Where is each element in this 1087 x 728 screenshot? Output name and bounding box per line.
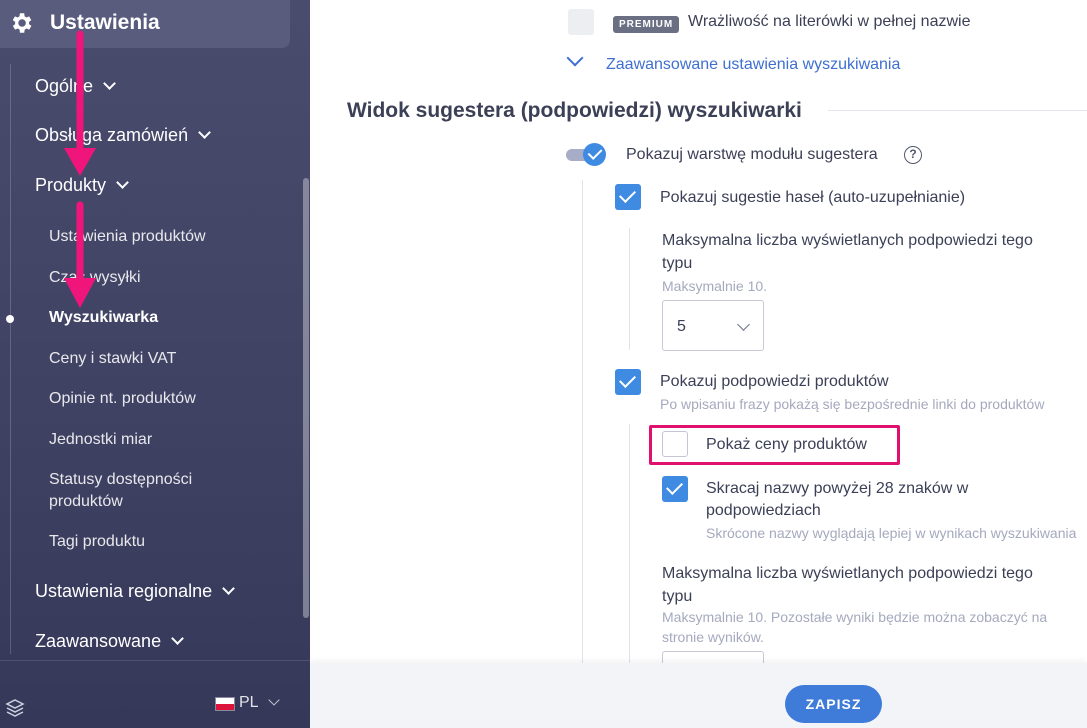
chevron-down-icon[interactable]	[566, 49, 584, 67]
max-products-hint-cont: stronie wyników.	[662, 629, 764, 645]
show-products-hint: Po wpisaniu frazy pokażą się bezpośredni…	[660, 396, 1045, 412]
tree-line	[10, 64, 11, 654]
typo-sensitivity-label: Wrażliwość na literówki w pełnej nazwie	[688, 13, 971, 30]
main-content: PREMIUM Wrażliwość na literówki w pełnej…	[310, 0, 1087, 728]
shorten-names-label: Skracaj nazwy powyżej 28 znaków w	[706, 480, 969, 497]
gear-icon	[12, 13, 32, 33]
chevron-down-icon	[171, 632, 184, 645]
sidebar-item-advanced[interactable]: Zaawansowane	[35, 631, 184, 652]
suggester-toggle[interactable]	[566, 143, 606, 167]
max-suggestions-label-cont: typu	[662, 255, 693, 272]
tree-line	[582, 180, 583, 663]
shorten-names-checkbox[interactable]	[662, 476, 688, 502]
sidebar: Ustawienia Ogólne Obsługa zamówień Produ…	[0, 0, 310, 728]
language-selector[interactable]: PL	[239, 694, 259, 712]
max-suggestions-select[interactable]: 5	[662, 300, 764, 351]
show-prices-checkbox[interactable]	[662, 431, 688, 457]
help-icon[interactable]: ?	[904, 146, 922, 164]
sidebar-item-label: Ustawienia regionalne	[35, 581, 213, 601]
suggester-toggle-label: Pokazuj warstwę modułu sugestera	[626, 146, 878, 163]
sidebar-subitem-shipping-time[interactable]: Czas wysyłki	[49, 267, 141, 289]
max-products-label: Maksymalna liczba wyświetlanych podpowie…	[662, 565, 1033, 582]
chevron-down-icon	[116, 176, 129, 189]
max-suggestions-hint: Maksymalnie 10.	[662, 278, 768, 294]
advanced-search-settings-link[interactable]: Zaawansowane ustawienia wyszukiwania	[606, 56, 900, 74]
shorten-names-label-cont: podpowiedziach	[706, 502, 821, 519]
premium-badge: PREMIUM	[613, 16, 680, 33]
sidebar-title: Ustawienia	[50, 11, 160, 34]
tree-line	[629, 424, 630, 663]
sidebar-footer: PL	[0, 660, 310, 728]
bottom-action-bar: ZAPISZ	[310, 663, 1087, 728]
show-products-label: Pokazuj podpowiedzi produktów	[660, 373, 889, 390]
typo-sensitivity-checkbox[interactable]	[568, 9, 594, 35]
sidebar-subitem-tags[interactable]: Tagi produktu	[49, 531, 145, 553]
sidebar-subitem-units[interactable]: Jednostki miar	[49, 429, 152, 451]
sidebar-subitem-search[interactable]: Wyszukiwarka	[49, 307, 158, 329]
sidebar-item-label: Ogólne	[35, 76, 94, 96]
sidebar-item-label: Zaawansowane	[35, 631, 162, 651]
chevron-down-icon	[737, 318, 750, 331]
show-prices-label: Pokaż ceny produktów	[706, 436, 867, 453]
sidebar-subitem-product-settings[interactable]: Ustawienia produktów	[49, 226, 206, 248]
sidebar-item-general[interactable]: Ogólne	[35, 76, 116, 97]
sidebar-header[interactable]: Ustawienia	[0, 0, 290, 48]
save-button[interactable]: ZAPISZ	[785, 685, 882, 723]
show-products-checkbox[interactable]	[615, 369, 641, 395]
chevron-down-icon	[198, 126, 211, 139]
sidebar-item-label: Produkty	[35, 175, 107, 195]
shorten-names-hint: Skrócone nazwy wyglądają lepiej w wynika…	[706, 525, 1077, 541]
select-value: 5	[677, 318, 686, 335]
layers-icon[interactable]	[5, 698, 25, 718]
sidebar-scrollbar[interactable]	[303, 178, 309, 618]
sidebar-item-label: Obsługa zamówień	[35, 125, 189, 145]
sidebar-subitem-availability[interactable]: Statusy dostępności produktów	[49, 469, 239, 513]
max-suggestions-label: Maksymalna liczba wyświetlanych podpowie…	[662, 232, 1033, 249]
sidebar-item-products[interactable]: Produkty	[35, 175, 129, 196]
active-indicator	[6, 315, 14, 323]
sidebar-item-orders[interactable]: Obsługa zamówień	[35, 125, 211, 146]
tree-line	[629, 228, 630, 350]
chevron-down-icon	[268, 694, 280, 706]
section-divider	[828, 110, 1087, 111]
sidebar-item-regional[interactable]: Ustawienia regionalne	[35, 581, 235, 602]
sidebar-subitem-reviews[interactable]: Opinie nt. produktów	[49, 388, 196, 410]
chevron-down-icon	[103, 77, 116, 90]
max-products-hint: Maksymalnie 10. Pozostałe wyniki będzie …	[662, 609, 1048, 625]
max-products-label-cont: typu	[662, 588, 693, 605]
show-suggestions-label: Pokazuj sugestie haseł (auto-uzupełniani…	[660, 189, 966, 206]
sidebar-subitem-prices-vat[interactable]: Ceny i stawki VAT	[49, 348, 176, 370]
show-suggestions-checkbox[interactable]	[615, 184, 641, 210]
poland-flag-icon[interactable]	[215, 697, 235, 711]
section-title: Widok sugestera (podpowiedzi) wyszukiwar…	[347, 99, 802, 122]
chevron-down-icon	[222, 582, 235, 595]
